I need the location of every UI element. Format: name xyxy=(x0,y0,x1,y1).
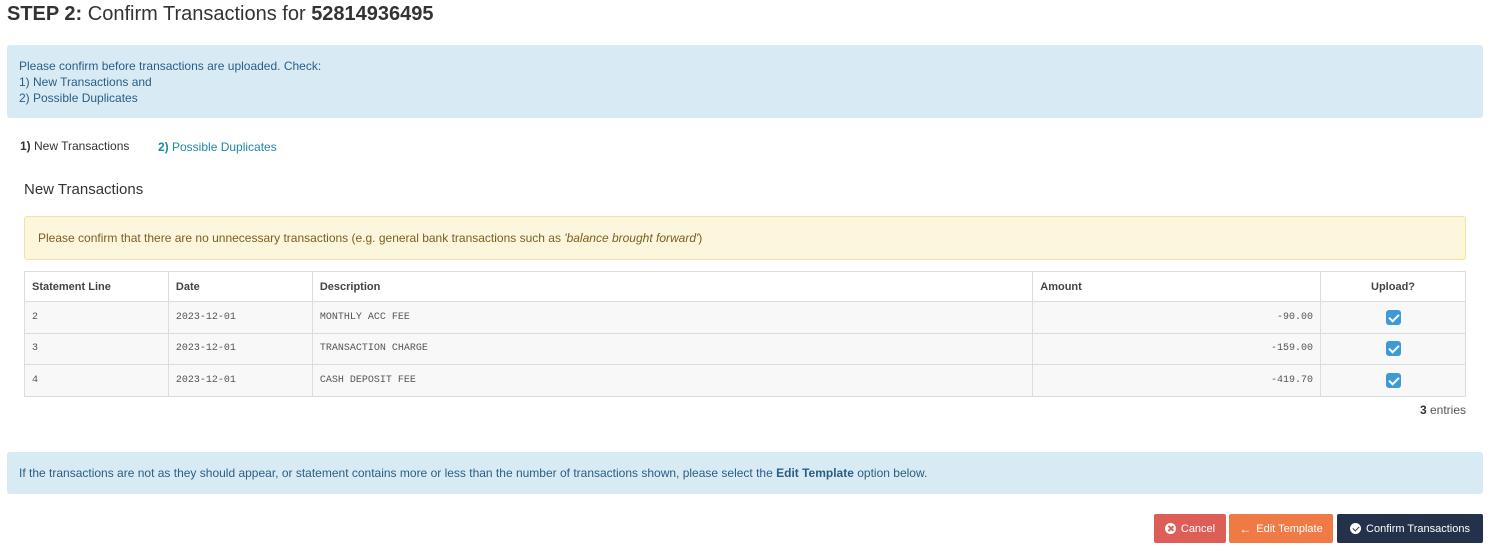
tab-number: 2) xyxy=(158,140,169,154)
cell-description: TRANSACTION CHARGE xyxy=(311,332,1034,365)
cell-description: CASH DEPOSIT FEE xyxy=(311,364,1034,397)
cell-date: 2023-12-01 xyxy=(167,332,313,365)
col-header-description[interactable]: Description xyxy=(311,271,1034,302)
upload-checkbox[interactable] xyxy=(1385,372,1401,388)
account-number: 52814936495 xyxy=(311,3,434,25)
info2-suffix: option below. xyxy=(853,466,928,480)
cell-upload xyxy=(1320,301,1466,334)
confirm-transactions-button[interactable]: Confirm Transactions xyxy=(1337,514,1483,543)
cell-upload xyxy=(1320,332,1466,365)
confirm-label: Confirm Transactions xyxy=(1366,522,1470,535)
cancel-label: Cancel xyxy=(1180,522,1216,535)
table-row: 3 2023-12-01 TRANSACTION CHARGE -159.00 xyxy=(24,332,1466,365)
entries-count: 3 entries xyxy=(1420,403,1466,417)
step-label: STEP 2: xyxy=(7,3,83,25)
tab-number: 1) xyxy=(20,139,31,153)
table-header-row: Statement Line Date Description Amount U… xyxy=(24,271,1466,302)
table-row: 2 2023-12-01 MONTHLY ACC FEE -90.00 xyxy=(24,301,1466,334)
arrow-left-icon: ← xyxy=(1239,521,1252,536)
cell-amount: -90.00 xyxy=(1032,301,1322,334)
info-line-2: 1) New Transactions and xyxy=(19,75,152,89)
entries-number: 3 xyxy=(1419,403,1427,417)
page-title: STEP 2: Confirm Transactions for 5281493… xyxy=(7,3,434,26)
tab-label: Possible Duplicates xyxy=(168,140,277,154)
upload-checkbox[interactable] xyxy=(1385,309,1401,325)
upload-checkbox[interactable] xyxy=(1385,341,1401,357)
info-line-1: Please confirm before transactions are u… xyxy=(19,59,322,73)
col-header-statement-line[interactable]: Statement Line xyxy=(24,271,169,302)
transactions-table: Statement Line Date Description Amount U… xyxy=(24,271,1466,397)
edit-template-info-box: If the transactions are not as they shou… xyxy=(7,452,1483,494)
col-header-amount[interactable]: Amount xyxy=(1032,271,1322,302)
warning-italic: 'balance brought forward' xyxy=(564,231,699,245)
warning-suffix: ) xyxy=(698,231,703,245)
info-line-3: 2) Possible Duplicates xyxy=(19,91,138,105)
table-row: 4 2023-12-01 CASH DEPOSIT FEE -419.70 xyxy=(24,364,1466,397)
tab-label: New Transactions xyxy=(30,139,130,153)
cancel-button[interactable]: Cancel xyxy=(1154,514,1226,543)
info2-bold: Edit Template xyxy=(776,466,854,480)
col-header-upload[interactable]: Upload? xyxy=(1320,271,1466,302)
title-text: Confirm Transactions for xyxy=(82,3,312,25)
times-circle-icon xyxy=(1164,523,1176,534)
col-header-date[interactable]: Date xyxy=(167,271,313,302)
edit-template-button[interactable]: ← Edit Template xyxy=(1229,514,1333,543)
tab-new-transactions[interactable]: 1) New Transactions xyxy=(20,139,129,153)
cell-description: MONTHLY ACC FEE xyxy=(311,301,1034,334)
warning-box: Please confirm that there are no unneces… xyxy=(24,216,1466,260)
cell-statement-line: 4 xyxy=(24,364,169,397)
cell-amount: -419.70 xyxy=(1032,364,1322,397)
cell-amount: -159.00 xyxy=(1032,332,1322,365)
check-circle-icon xyxy=(1350,523,1362,534)
entries-label: entries xyxy=(1426,403,1466,417)
warning-text: Please confirm that there are no unneces… xyxy=(38,231,565,245)
cell-date: 2023-12-01 xyxy=(167,301,313,334)
cell-upload xyxy=(1320,364,1466,397)
cell-statement-line: 2 xyxy=(24,301,169,334)
section-title: New Transactions xyxy=(24,181,144,198)
cell-statement-line: 3 xyxy=(24,332,169,365)
cell-date: 2023-12-01 xyxy=(167,364,313,397)
edit-template-label: Edit Template xyxy=(1256,522,1323,535)
info2-text: If the transactions are not as they shou… xyxy=(19,466,777,480)
instructions-info-box: Please confirm before transactions are u… xyxy=(7,45,1483,118)
tab-possible-duplicates[interactable]: 2) Possible Duplicates xyxy=(158,140,277,154)
